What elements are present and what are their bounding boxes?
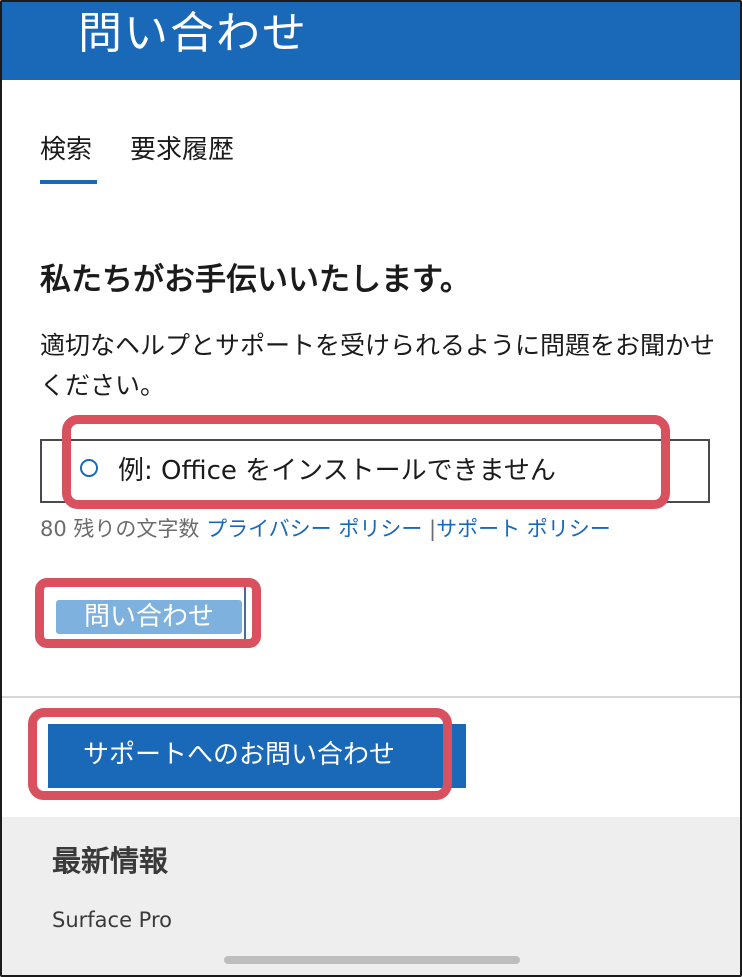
privacy-policy-link[interactable]: プライバシー ポリシー [206, 517, 422, 541]
search-input[interactable]: 例: Office をインストールできません [118, 453, 556, 489]
app-header: 問い合わせ [2, 2, 740, 80]
news-section: 最新情報 Surface Pro [2, 817, 740, 975]
support-policy-link[interactable]: サポート ポリシー [436, 517, 611, 541]
help-description: 適切なヘルプとサポートを受けられるように問題をお聞かせください。 [40, 331, 716, 400]
contact-button-fill: 問い合わせ [56, 600, 242, 634]
contact-support-button[interactable]: サポートへのお問い合わせ [48, 724, 466, 788]
help-heading: 私たちがお手伝いいたします。 [40, 262, 471, 298]
news-title: 最新情報 [52, 844, 169, 878]
remaining-characters: 80 残りの文字数 [40, 517, 200, 541]
search-icon [80, 459, 98, 477]
news-item[interactable]: Surface Pro [52, 905, 172, 935]
search-field[interactable]: 例: Office をインストールできません [40, 439, 710, 503]
home-indicator[interactable] [224, 956, 520, 964]
contact-support-button-label: サポートへのお問い合わせ [82, 740, 395, 770]
active-tab-indicator [40, 180, 97, 184]
contact-button[interactable]: 問い合わせ [40, 582, 246, 644]
tab-request-history[interactable]: 要求履歴 [130, 132, 234, 168]
contact-button-label: 問い合わせ [83, 602, 214, 632]
tab-search[interactable]: 検索 [40, 132, 92, 168]
section-divider [2, 696, 740, 698]
page-title: 問い合わせ [78, 8, 308, 59]
app-frame: 問い合わせ 検索 要求履歴 私たちがお手伝いいたします。 適切なヘルプとサポート… [0, 0, 742, 977]
search-meta-row: 80 残りの文字数 プライバシー ポリシー |サポート ポリシー [40, 514, 611, 544]
